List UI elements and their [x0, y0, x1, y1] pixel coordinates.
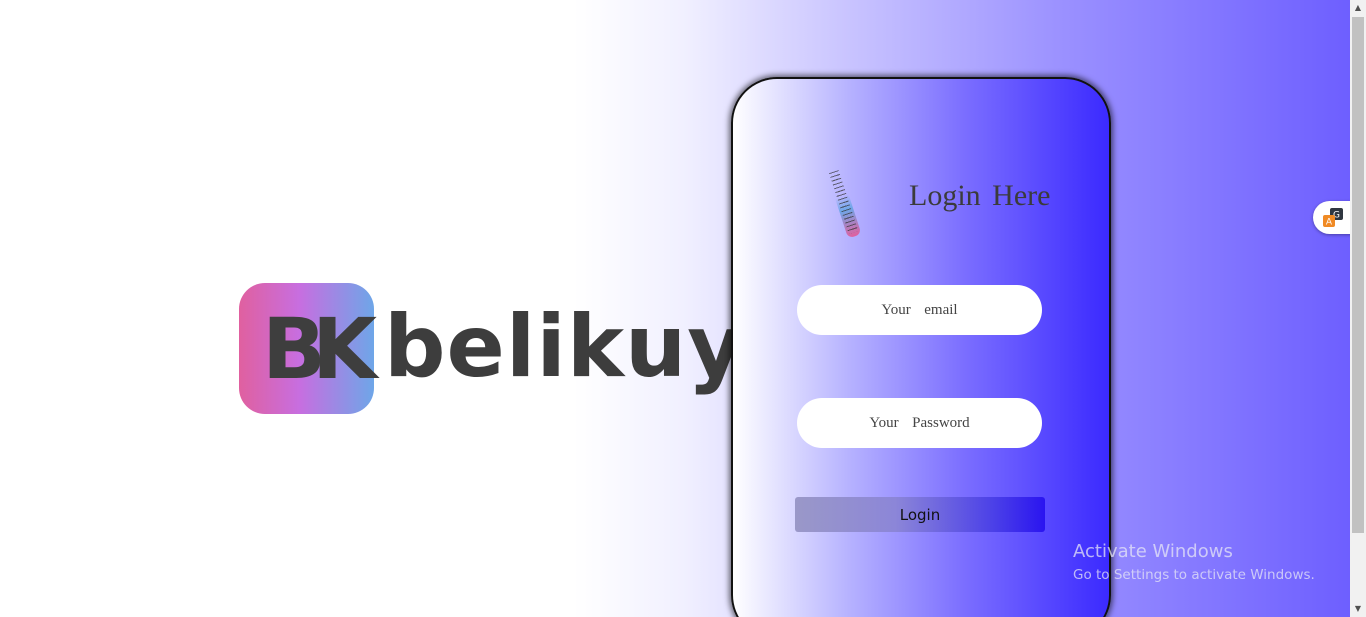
scroll-up-arrow-icon[interactable]: ▲: [1350, 0, 1366, 16]
login-card: [731, 77, 1111, 617]
scroll-down-arrow-icon[interactable]: ▼: [1350, 601, 1366, 617]
login-button[interactable]: Login: [795, 497, 1045, 532]
svg-text:A: A: [1326, 218, 1333, 228]
activate-windows-subtitle: Go to Settings to activate Windows.: [1073, 567, 1315, 583]
brand-logo-letters: BK: [262, 300, 377, 398]
page: BK belikuy Login Here Login Activate Win…: [0, 0, 1353, 617]
scrollbar-thumb[interactable]: [1352, 17, 1364, 533]
password-input[interactable]: [797, 398, 1042, 448]
translate-extension-button[interactable]: G A: [1313, 201, 1353, 234]
activate-windows-title: Activate Windows: [1073, 541, 1233, 562]
translate-extension-icon: G A: [1322, 207, 1344, 229]
brand-name: belikuy: [384, 297, 745, 397]
email-input[interactable]: [797, 285, 1042, 335]
login-title: Login Here: [909, 179, 1051, 212]
vertical-scrollbar[interactable]: ▲ ▼: [1350, 0, 1366, 617]
